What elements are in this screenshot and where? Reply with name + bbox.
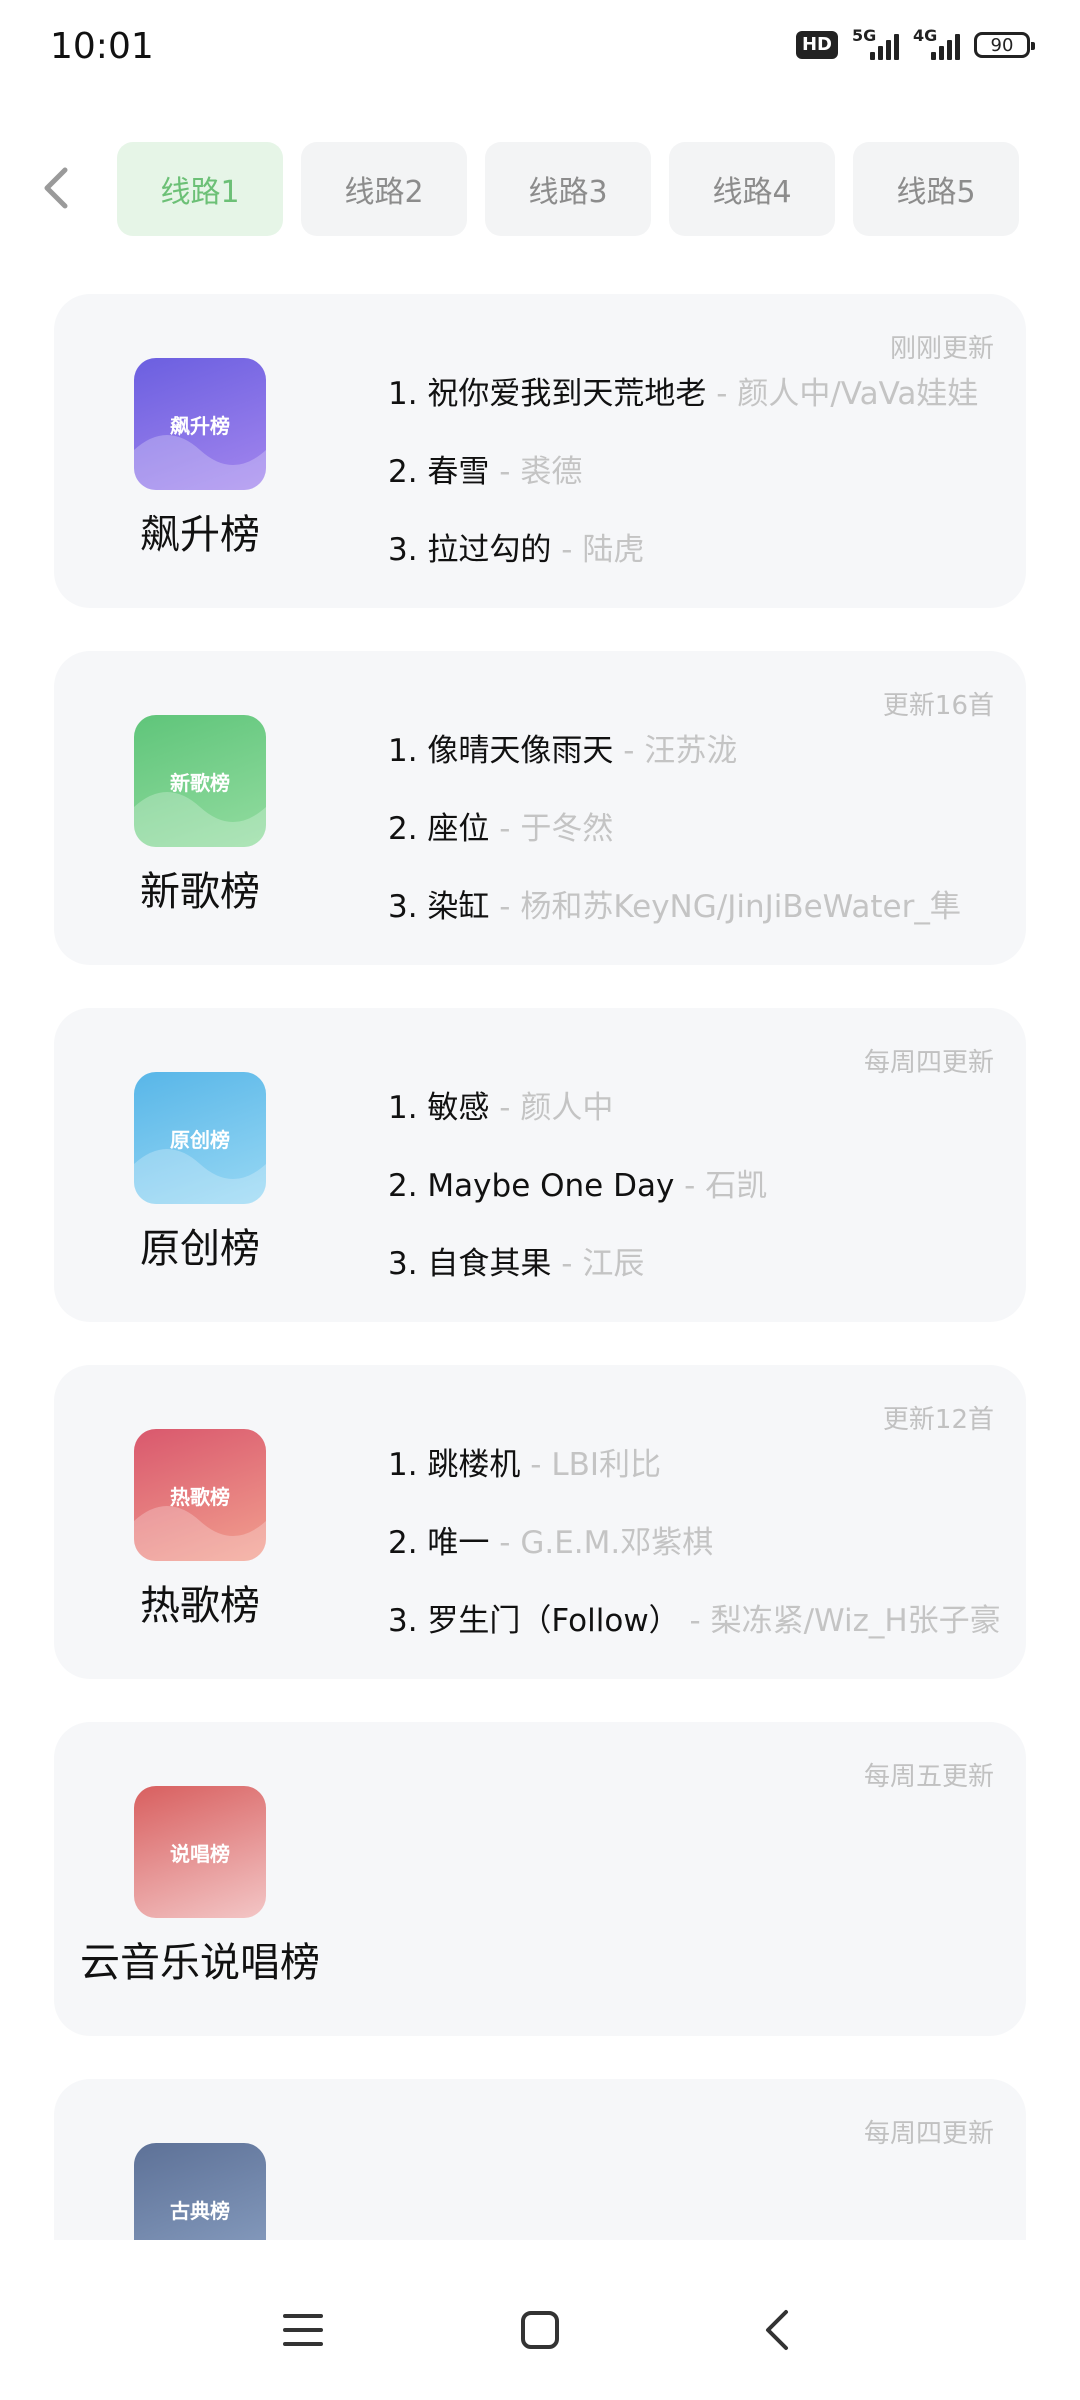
track-list: 1. 敏感 - 颜人中 2. Maybe One Day - 石凯 3. 自食其… [388,1082,767,1316]
chart-card-classical[interactable]: 每周四更新 古典榜 [54,2079,1026,2240]
chart-card-new-songs[interactable]: 更新16首 新歌榜 新歌榜 1. 像晴天像雨天 - 汪苏泷 2. 座位 - 于冬… [54,651,1026,965]
nav-back-icon[interactable] [747,2300,807,2360]
signal-5g-icon: 5G [852,26,899,60]
track-item[interactable]: 3. 自食其果 - 江辰 [388,1238,767,1316]
track-list: 1. 像晴天像雨天 - 汪苏泷 2. 座位 - 于冬然 3. 染缸 - 杨和苏K… [388,725,961,959]
track-item[interactable]: 2. 春雪 - 裘德 [388,446,978,524]
menu-icon[interactable] [273,2300,333,2360]
chart-name: 原创榜 [140,1226,260,1272]
chart-card-rap[interactable]: 每周五更新 说唱榜 云音乐说唱榜 [54,1722,1026,2036]
track-item[interactable]: 1. 祝你爱我到天荒地老 - 颜人中/VaVa娃娃 [388,368,978,446]
chart-card-soaring[interactable]: 刚刚更新 飙升榜 飙升榜 1. 祝你爱我到天荒地老 - 颜人中/VaVa娃娃 2… [54,294,1026,608]
system-nav-bar [0,2240,1080,2400]
track-item[interactable]: 1. 像晴天像雨天 - 汪苏泷 [388,725,961,803]
track-item[interactable]: 3. 拉过勾的 - 陆虎 [388,524,978,602]
tab-route-5[interactable]: 线路5 [853,142,1019,236]
track-item[interactable]: 1. 敏感 - 颜人中 [388,1082,767,1160]
chart-cover: 新歌榜 [134,715,266,847]
status-icons: HD 5G 4G 90 [795,26,1035,60]
battery-icon: 90 [974,32,1035,58]
track-item[interactable]: 3. 染缸 - 杨和苏KeyNG/JinJiBeWater_隼 [388,881,961,959]
track-item[interactable]: 2. 唯一 - G.E.M.邓紫棋 [388,1517,1001,1595]
tab-route-1[interactable]: 线路1 [117,142,283,236]
update-label: 每周四更新 [863,2119,994,2149]
chart-name: 热歌榜 [140,1583,260,1629]
chart-card-original[interactable]: 每周四更新 原创榜 原创榜 1. 敏感 - 颜人中 2. Maybe One D… [54,1008,1026,1322]
track-item[interactable]: 2. 座位 - 于冬然 [388,803,961,881]
track-list: 1. 跳楼机 - LBI利比 2. 唯一 - G.E.M.邓紫棋 3. 罗生门（… [388,1439,1001,1673]
route-tabs: 线路1 线路2 线路3 线路4 线路5 [0,140,1080,236]
chart-cover: 说唱榜 [134,1786,266,1918]
chart-cover: 原创榜 [134,1072,266,1204]
signal-4g-icon: 4G [913,26,960,60]
chart-name: 云音乐说唱榜 [80,1940,320,1986]
tab-route-4[interactable]: 线路4 [669,142,835,236]
update-label: 每周五更新 [863,1762,994,1792]
status-bar: 10:01 HD 5G 4G 90 [0,0,1080,100]
partial-card-clip: 每周四更新 古典榜 [0,2079,1080,2240]
chart-cover: 飙升榜 [134,358,266,490]
chevron-left-icon[interactable] [36,164,76,212]
chart-card-hot-songs[interactable]: 更新12首 热歌榜 热歌榜 1. 跳楼机 - LBI利比 2. 唯一 - G.E… [54,1365,1026,1679]
chart-name: 新歌榜 [140,869,260,915]
tab-route-2[interactable]: 线路2 [301,142,467,236]
status-time: 10:01 [50,26,154,67]
chart-name: 飙升榜 [140,512,260,558]
update-label: 刚刚更新 [889,334,994,364]
track-list: 1. 祝你爱我到天荒地老 - 颜人中/VaVa娃娃 2. 春雪 - 裘德 3. … [388,368,978,602]
chart-cover: 热歌榜 [134,1429,266,1561]
hd-badge: HD [795,31,838,59]
track-item[interactable]: 2. Maybe One Day - 石凯 [388,1160,767,1238]
tab-route-3[interactable]: 线路3 [485,142,651,236]
chart-cover: 古典榜 [134,2143,266,2240]
update-label: 更新12首 [882,1405,994,1435]
track-item[interactable]: 3. 罗生门（Follow） - 梨冻紧/Wiz_H张子豪 [388,1595,1001,1673]
home-icon[interactable] [510,2300,570,2360]
track-item[interactable]: 1. 跳楼机 - LBI利比 [388,1439,1001,1517]
update-label: 更新16首 [882,691,994,721]
update-label: 每周四更新 [863,1048,994,1078]
